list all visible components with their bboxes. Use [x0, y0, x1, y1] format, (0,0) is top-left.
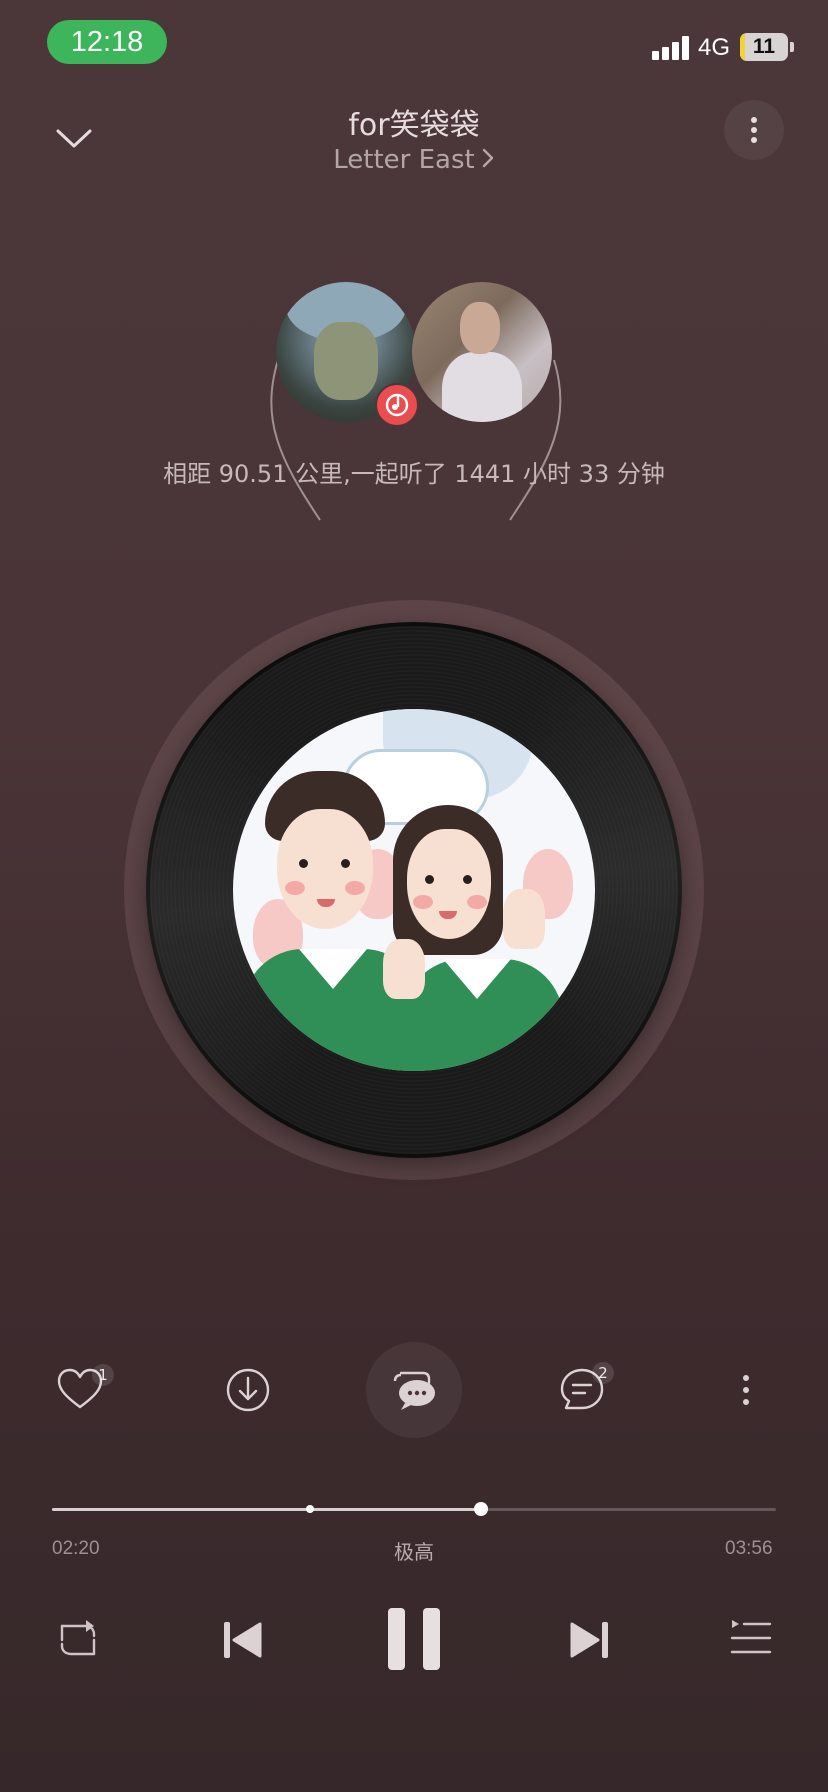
listen-together-text: 相距 90.51 公里,一起听了 1441 小时 33 分钟: [163, 460, 665, 488]
album-cover[interactable]: [233, 709, 595, 1071]
like-button[interactable]: 1: [40, 1340, 120, 1440]
playlist-button[interactable]: [724, 1612, 780, 1668]
total-time: 03:56: [725, 1538, 773, 1559]
current-time: 02:20: [52, 1538, 100, 1559]
playlist-icon: [730, 1620, 772, 1654]
comment-count: 2: [592, 1362, 614, 1384]
quality-button[interactable]: 极高: [364, 1536, 464, 1565]
artist-name: Letter East: [333, 145, 475, 175]
more-vertical-icon: [751, 117, 757, 123]
artist-link[interactable]: Letter East: [214, 145, 614, 176]
like-count: 1: [92, 1364, 114, 1386]
chevron-down-icon: [56, 129, 92, 148]
chat-bubbles-icon: [393, 1371, 435, 1410]
status-time: 12:18: [47, 20, 167, 64]
previous-icon: [224, 1622, 262, 1658]
friend-avatar[interactable]: [412, 282, 552, 422]
battery-icon: 11: [740, 33, 788, 61]
next-button[interactable]: [560, 1612, 616, 1668]
network-label: 4G: [698, 34, 731, 61]
next-icon: [570, 1622, 608, 1658]
song-title: for笑袋袋: [348, 108, 480, 143]
status-bar: 12:18 4G 11: [0, 0, 828, 88]
pause-icon: [388, 1608, 440, 1670]
action-row: 1 2: [0, 1340, 828, 1440]
battery-tip: [790, 42, 794, 52]
collapse-button[interactable]: [50, 115, 98, 163]
climax-marker: [305, 1505, 314, 1513]
download-icon: [226, 1368, 270, 1412]
more-options-button[interactable]: [724, 100, 784, 160]
progress-bar[interactable]: [52, 1502, 776, 1516]
more-vertical-icon: [743, 1375, 749, 1405]
previous-button[interactable]: [216, 1612, 272, 1668]
chevron-right-icon: [481, 146, 495, 176]
signal-icon: [652, 36, 692, 60]
music-note-icon: [375, 383, 419, 427]
repeat-icon: [60, 1620, 96, 1656]
progress-knob[interactable]: [474, 1502, 489, 1516]
download-button[interactable]: [208, 1340, 288, 1440]
battery-label: 11: [752, 35, 776, 58]
more-actions-button[interactable]: [706, 1340, 786, 1440]
progress-fill: [52, 1508, 482, 1511]
comments-button[interactable]: 2: [542, 1340, 622, 1440]
repeat-button[interactable]: [50, 1612, 106, 1668]
chat-button[interactable]: [374, 1340, 454, 1440]
pause-button[interactable]: [380, 1600, 450, 1680]
